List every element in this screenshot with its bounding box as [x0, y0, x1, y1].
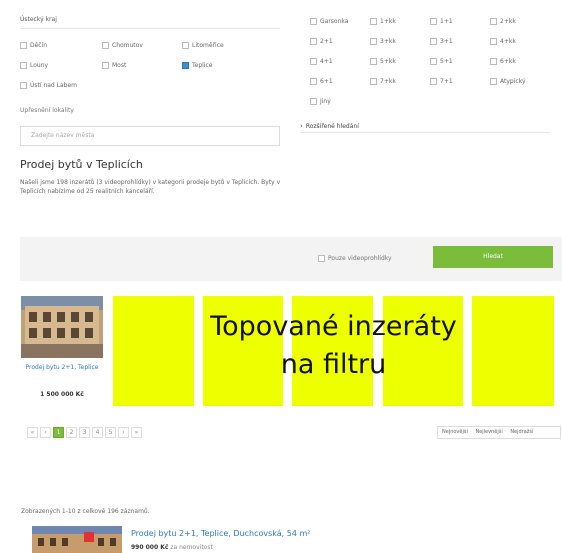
region-title: Ústecký kraj [20, 16, 57, 23]
district-decin[interactable]: Děčín [20, 42, 47, 49]
checkbox-icon [102, 42, 109, 49]
layout-atypicky[interactable]: Atypický [490, 78, 526, 85]
layout-1-1[interactable]: 1+1 [430, 18, 453, 25]
checkbox-icon [20, 42, 27, 49]
layout-4-1[interactable]: 4+1 [310, 58, 333, 65]
layout-3-1[interactable]: 3+1 [430, 38, 453, 45]
page-1-button[interactable]: 1 [53, 427, 64, 438]
layout-2kk[interactable]: 2+kk [490, 18, 516, 25]
layout-6kk[interactable]: 6+kk [490, 58, 516, 65]
search-bar: Pouze videoprohlídky Hledat [20, 237, 562, 281]
featured-overlay-text: Topované inzeráty na filtru [210, 311, 457, 380]
checkbox-checked-icon [182, 62, 189, 69]
checkbox-icon [370, 58, 377, 65]
checkbox-icon [430, 78, 437, 85]
checkbox-icon [490, 78, 497, 85]
page-3-button[interactable]: 3 [79, 427, 90, 438]
checkbox-icon [310, 38, 317, 45]
page-4-button[interactable]: 4 [92, 427, 103, 438]
layout-3kk[interactable]: 3+kk [370, 38, 396, 45]
sort-cheapest[interactable]: Nejlevnější [475, 429, 502, 435]
checkbox-icon [430, 58, 437, 65]
checkbox-icon [310, 58, 317, 65]
building-photo-icon [32, 526, 122, 553]
listing-photo[interactable] [32, 526, 122, 553]
checkbox-icon [430, 38, 437, 45]
page-next-button[interactable]: › [118, 427, 129, 438]
listing-price: 990 000 Kč za nemovitost [131, 544, 213, 551]
featured-listing-price: 1 500 000 Kč [40, 391, 84, 398]
checkbox-icon [310, 78, 317, 85]
layout-4kk[interactable]: 4+kk [490, 38, 516, 45]
checkbox-icon [20, 82, 27, 89]
checkbox-icon [102, 62, 109, 69]
layout-2-1[interactable]: 2+1 [310, 38, 333, 45]
divider [20, 28, 280, 29]
district-louny[interactable]: Louny [20, 62, 48, 69]
divider [300, 132, 550, 133]
featured-listing-title[interactable]: Prodej bytu 2+1, Teplice [21, 364, 103, 372]
checkbox-icon [490, 18, 497, 25]
listing-title[interactable]: Prodej bytu 2+1, Teplice, Duchcovská, 54… [131, 529, 310, 538]
sort-tabs: Nejnovější Nejlevnější Nejdražší [437, 426, 561, 439]
layout-5-1[interactable]: 5+1 [430, 58, 453, 65]
locality-placeholder: Zadejte název města [31, 132, 95, 139]
layout-jiny[interactable]: Jiný [310, 98, 331, 105]
layout-garsonka[interactable]: Garsonka [310, 18, 348, 25]
checkbox-icon [430, 18, 437, 25]
layout-6-1[interactable]: 6+1 [310, 78, 333, 85]
building-photo-icon [21, 296, 103, 358]
checkbox-icon [370, 38, 377, 45]
checkbox-icon [20, 62, 27, 69]
results-count: Zobrazených 1-10 z celkově 196 záznamů. [21, 508, 150, 515]
district-teplice[interactable]: Teplice [182, 62, 212, 69]
layout-7-1[interactable]: 7+1 [430, 78, 453, 85]
sort-most-expensive[interactable]: Nejdražší [510, 429, 533, 435]
checkbox-icon [310, 18, 317, 25]
page-prev-button[interactable]: ‹ [40, 427, 51, 438]
layout-5kk[interactable]: 5+kk [370, 58, 396, 65]
page-description: Našeli jsme 198 inzerátů (3 videoprohlíd… [20, 179, 281, 195]
layout-7kk[interactable]: 7+kk [370, 78, 396, 85]
checkbox-icon [182, 42, 189, 49]
district-litomerice[interactable]: Litoměřice [182, 42, 224, 49]
featured-listing-photo[interactable] [21, 296, 103, 358]
page-last-button[interactable]: » [131, 427, 142, 438]
locality-input[interactable]: Zadejte název města [20, 126, 280, 146]
checkbox-icon [370, 78, 377, 85]
page-5-button[interactable]: 5 [105, 427, 116, 438]
checkbox-icon [370, 18, 377, 25]
sort-newest[interactable]: Nejnovější [442, 429, 468, 435]
district-most[interactable]: Most [102, 62, 126, 69]
page-2-button[interactable]: 2 [66, 427, 77, 438]
chevron-right-icon: › [300, 122, 303, 130]
district-usti-nad-labem[interactable]: Ústí nad Labem [20, 82, 77, 89]
advanced-search-toggle[interactable]: › Rozšířené hledání [300, 122, 359, 130]
search-button[interactable]: Hledat [433, 246, 553, 268]
checkbox-icon [318, 255, 325, 262]
locality-label: Upřesnění lokality [20, 107, 74, 114]
checkbox-icon [490, 38, 497, 45]
district-chomutov[interactable]: Chomutov [102, 42, 143, 49]
page-first-button[interactable]: « [27, 427, 38, 438]
checkbox-icon [490, 58, 497, 65]
video-only-checkbox[interactable]: Pouze videoprohlídky [318, 255, 392, 262]
layout-1kk[interactable]: 1+kk [370, 18, 396, 25]
page-title: Prodej bytů v Teplicích [20, 158, 143, 171]
checkbox-icon [310, 98, 317, 105]
